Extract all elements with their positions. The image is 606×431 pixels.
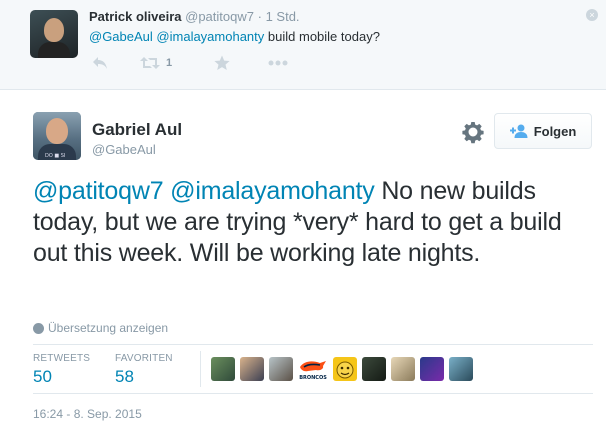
avatar[interactable] bbox=[30, 10, 78, 58]
globe-icon bbox=[33, 322, 44, 334]
favoriter-label: BRONCOS bbox=[299, 375, 327, 381]
reply-context-tweet[interactable]: Patrick oliveira @patitoqw7 · 1 Std. × @… bbox=[0, 0, 606, 90]
star-icon bbox=[214, 55, 230, 70]
stats-divider bbox=[200, 351, 201, 387]
tweet-stats: RETWEETS 50 FAVORITEN 58 BRONCOS bbox=[33, 344, 593, 394]
favoriter-avatars: BRONCOS bbox=[211, 357, 478, 381]
tweet-time[interactable]: 1 Std. bbox=[266, 9, 300, 24]
more-button[interactable] bbox=[268, 54, 288, 72]
mention-link[interactable]: @imalayamohanty bbox=[170, 177, 375, 205]
favorites-label: FAVORITEN bbox=[115, 353, 173, 364]
add-user-icon bbox=[509, 124, 528, 138]
user-settings-button[interactable] bbox=[461, 120, 485, 144]
avatar[interactable] bbox=[420, 357, 444, 381]
favorite-button[interactable] bbox=[214, 54, 230, 72]
follow-button-label: Folgen bbox=[533, 123, 577, 139]
avatar-shirt-text: DO ■ SI bbox=[45, 153, 66, 159]
avatar-face bbox=[46, 118, 68, 144]
favorites-count: 58 bbox=[115, 367, 134, 386]
author-name[interactable]: Gabriel Aul bbox=[92, 120, 182, 140]
avatar-face bbox=[44, 18, 64, 42]
avatar[interactable] bbox=[449, 357, 473, 381]
mention-link[interactable]: @patitoqw7 bbox=[33, 177, 164, 205]
avatar[interactable] bbox=[391, 357, 415, 381]
avatar[interactable]: DO ■ SI bbox=[33, 112, 81, 160]
avatar[interactable] bbox=[240, 357, 264, 381]
close-icon[interactable]: × bbox=[586, 9, 598, 21]
header-separator: · bbox=[257, 9, 262, 24]
avatar[interactable] bbox=[333, 357, 357, 381]
reply-button[interactable] bbox=[92, 54, 108, 72]
retweets-stat[interactable]: RETWEETS 50 bbox=[33, 353, 90, 387]
translate-link[interactable]: Übersetzung anzeigen bbox=[33, 321, 168, 335]
follow-button[interactable]: Folgen bbox=[494, 113, 592, 149]
avatar[interactable] bbox=[269, 357, 293, 381]
tweet-text-body: build mobile today? bbox=[267, 29, 380, 44]
context-header: Patrick oliveira @patitoqw7 · 1 Std. bbox=[89, 9, 300, 24]
broncos-logo: BRONCOS bbox=[299, 361, 327, 381]
retweets-label: RETWEETS bbox=[33, 353, 91, 364]
avatar[interactable] bbox=[211, 357, 235, 381]
avatar[interactable] bbox=[362, 357, 386, 381]
emoji-face-icon bbox=[336, 361, 354, 379]
gear-icon bbox=[462, 122, 484, 144]
author-handle[interactable]: @GabeAul bbox=[92, 142, 156, 157]
reply-icon bbox=[93, 57, 107, 69]
mention-link[interactable]: @GabeAul bbox=[89, 29, 153, 44]
retweets-count: 50 bbox=[33, 367, 52, 386]
tweet-timestamp[interactable]: 16:24 - 8. Sep. 2015 bbox=[33, 407, 142, 421]
translate-label: Übersetzung anzeigen bbox=[48, 321, 169, 335]
avatar[interactable]: BRONCOS bbox=[298, 357, 328, 381]
author-name[interactable]: Patrick oliveira bbox=[89, 9, 182, 24]
mention-link[interactable]: @imalayamohanty bbox=[156, 29, 264, 44]
retweet-icon bbox=[140, 57, 160, 69]
favorites-stat[interactable]: FAVORITEN 58 bbox=[115, 353, 173, 387]
tweet-text: @GabeAul @imalayamohanty build mobile to… bbox=[89, 29, 380, 44]
tweet-actions: 1 bbox=[92, 54, 392, 72]
tweet-text: @patitoqw7 @imalayamohanty No new builds… bbox=[33, 176, 593, 269]
retweet-count: 1 bbox=[166, 57, 173, 69]
author-handle[interactable]: @patitoqw7 bbox=[185, 9, 254, 24]
avatar-body bbox=[38, 42, 70, 58]
more-dots-icon bbox=[268, 60, 288, 66]
retweet-button[interactable]: 1 bbox=[140, 54, 172, 72]
